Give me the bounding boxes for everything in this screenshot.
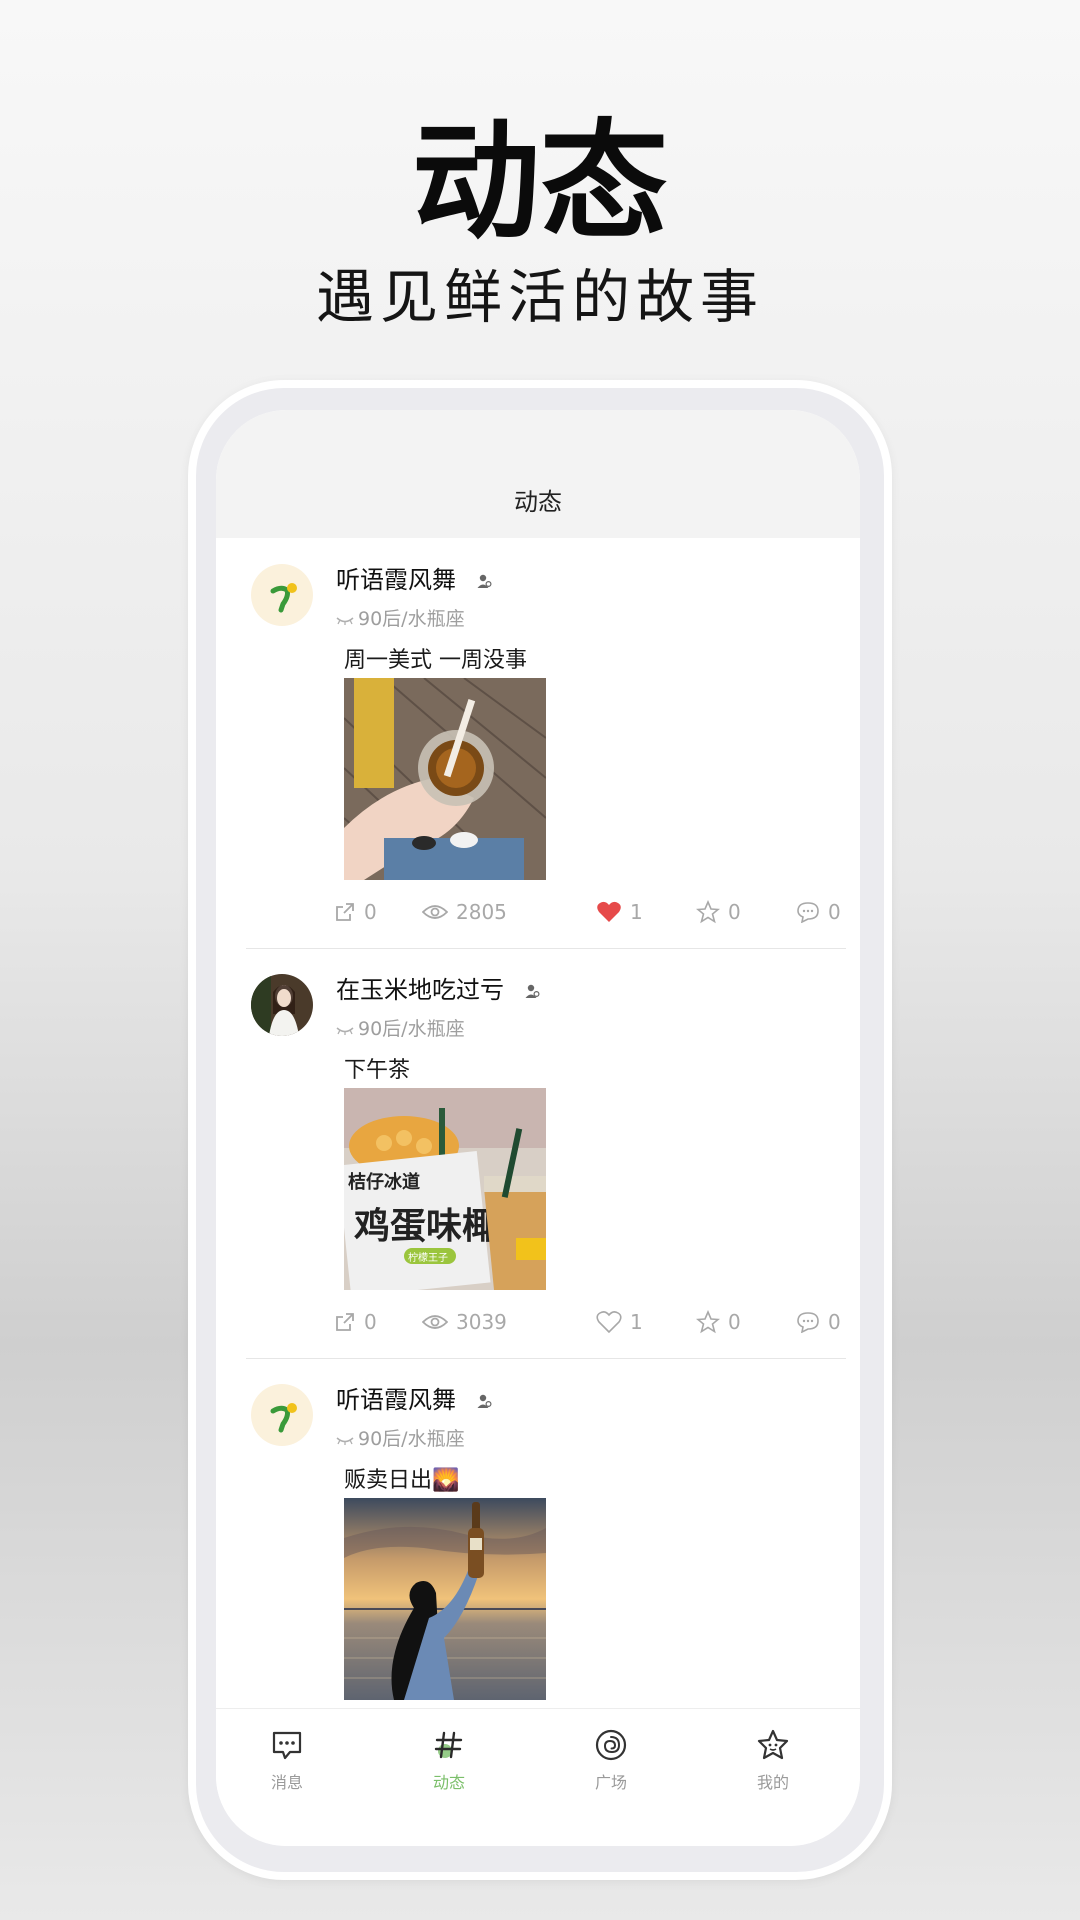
user-meta: 90后/水瓶座 [336, 604, 465, 631]
comment-icon [797, 1312, 819, 1333]
post-card[interactable]: 在玉米地吃过亏 90后/水瓶座 下午茶 桔仔冰道 鸡蛋味椰 柠檬王子 0 303… [216, 948, 860, 1360]
post-card[interactable]: 听语霞风舞 90后/水瓶座 周一美式 一周没事 0 2805 1 0 0 [216, 538, 860, 950]
heart-filled-icon [597, 901, 621, 922]
user-icon [477, 1394, 492, 1408]
share-icon [336, 1313, 354, 1331]
avatar-logo-icon [270, 1403, 297, 1433]
like-button[interactable]: 1 [596, 900, 643, 924]
post-photo[interactable] [344, 1498, 546, 1700]
views-count: 2805 [422, 900, 507, 924]
avatar[interactable] [251, 564, 313, 626]
user-meta: 90后/水瓶座 [336, 1424, 465, 1451]
comment-button[interactable]: 0 [796, 1310, 841, 1334]
post-actions: 0 3039 1 0 0 [216, 1310, 860, 1346]
post-caption: 下午茶 [344, 1058, 411, 1083]
post-card[interactable]: 听语霞风舞 90后/水瓶座 贩卖日出🌄 [216, 1358, 860, 1708]
phone-screen: 动态 听语霞风舞 90后/水瓶座 周一美式 一周没事 0 2805 1 0 0 … [216, 410, 860, 1846]
user-icon [525, 984, 540, 998]
comment-icon [797, 902, 819, 923]
username[interactable]: 听语霞风舞 [336, 1380, 492, 1415]
tab-messages[interactable]: 消息 [237, 1729, 337, 1793]
user-icon [477, 574, 492, 588]
username[interactable]: 听语霞风舞 [336, 560, 492, 595]
tab-profile[interactable]: 我的 [723, 1729, 823, 1793]
tab-moments[interactable]: 动态 [399, 1729, 499, 1793]
views-count: 3039 [422, 1310, 507, 1334]
favorite-button[interactable]: 0 [696, 900, 741, 924]
post-photo[interactable]: 桔仔冰道 鸡蛋味椰 柠檬王子 [344, 1088, 546, 1290]
feed-list[interactable]: 听语霞风舞 90后/水瓶座 周一美式 一周没事 0 2805 1 0 0 在玉米… [216, 538, 860, 1708]
star-icon [696, 900, 720, 924]
favorite-button[interactable]: 0 [696, 1310, 741, 1334]
post-actions: 0 2805 1 0 0 [216, 900, 860, 936]
eyelash-icon [336, 1436, 354, 1445]
tab-plaza[interactable]: 广场 [561, 1729, 661, 1793]
eye-icon [422, 1315, 448, 1329]
avatar-logo-icon [270, 583, 297, 613]
promo-subtitle: 遇见鲜活的故事 [315, 263, 764, 331]
eyelash-icon [336, 1026, 354, 1035]
bottom-tab-bar: 消息 动态 广场 我的 [216, 1708, 860, 1846]
hashtag-icon [434, 1731, 463, 1759]
star-face-icon [757, 1729, 789, 1760]
post-caption: 周一美式 一周没事 [344, 648, 527, 673]
user-meta: 90后/水瓶座 [336, 1014, 465, 1041]
share-icon [336, 903, 354, 921]
message-icon [272, 1731, 302, 1760]
share-button[interactable]: 0 [334, 900, 377, 924]
photo-badge: 柠檬王子 [408, 1251, 448, 1264]
comment-button[interactable]: 0 [796, 900, 841, 924]
photo-text-line2: 鸡蛋味椰 [354, 1206, 498, 1247]
plaza-spiral-icon [595, 1729, 627, 1761]
star-icon [696, 1310, 720, 1334]
avatar[interactable] [251, 1384, 313, 1446]
post-caption: 贩卖日出🌄 [344, 1468, 460, 1493]
photo-text-line1: 桔仔冰道 [348, 1171, 420, 1193]
promo-title: 动态 [411, 108, 668, 257]
app-header: 动态 [216, 410, 860, 538]
username[interactable]: 在玉米地吃过亏 [336, 970, 540, 1005]
eyelash-icon [336, 616, 354, 625]
page-title: 动态 [514, 488, 562, 516]
heart-outline-icon [596, 1311, 622, 1334]
post-photo[interactable] [344, 678, 546, 880]
eye-icon [422, 905, 448, 919]
like-button[interactable]: 1 [596, 1310, 643, 1334]
share-button[interactable]: 0 [334, 1310, 377, 1334]
avatar[interactable] [251, 974, 313, 1036]
